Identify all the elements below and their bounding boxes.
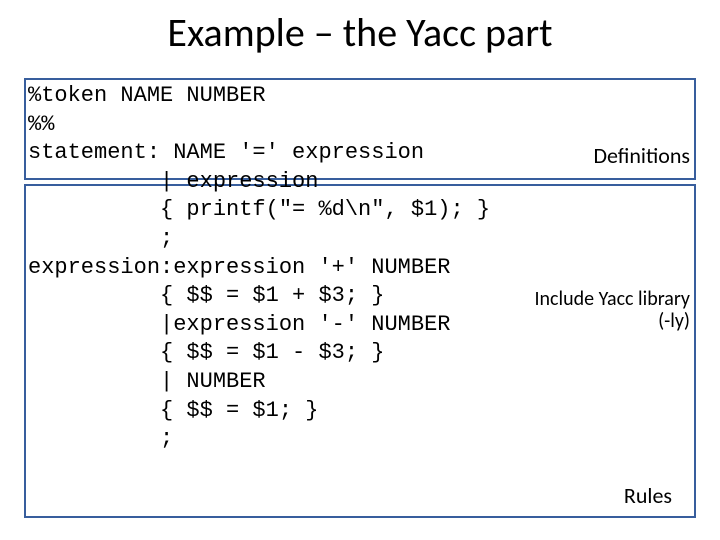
label-rules: Rules [624,482,672,509]
label-include-line2: (-ly) [658,309,690,333]
label-definitions: Definitions [593,142,690,169]
label-include-line1: Include Yacc library [535,287,691,311]
code-block: %token NAME NUMBER %% statement: NAME '=… [28,82,692,454]
slide-title: Example – the Yacc part [0,0,720,65]
label-include: Include Yacc library (-ly) [535,288,691,332]
